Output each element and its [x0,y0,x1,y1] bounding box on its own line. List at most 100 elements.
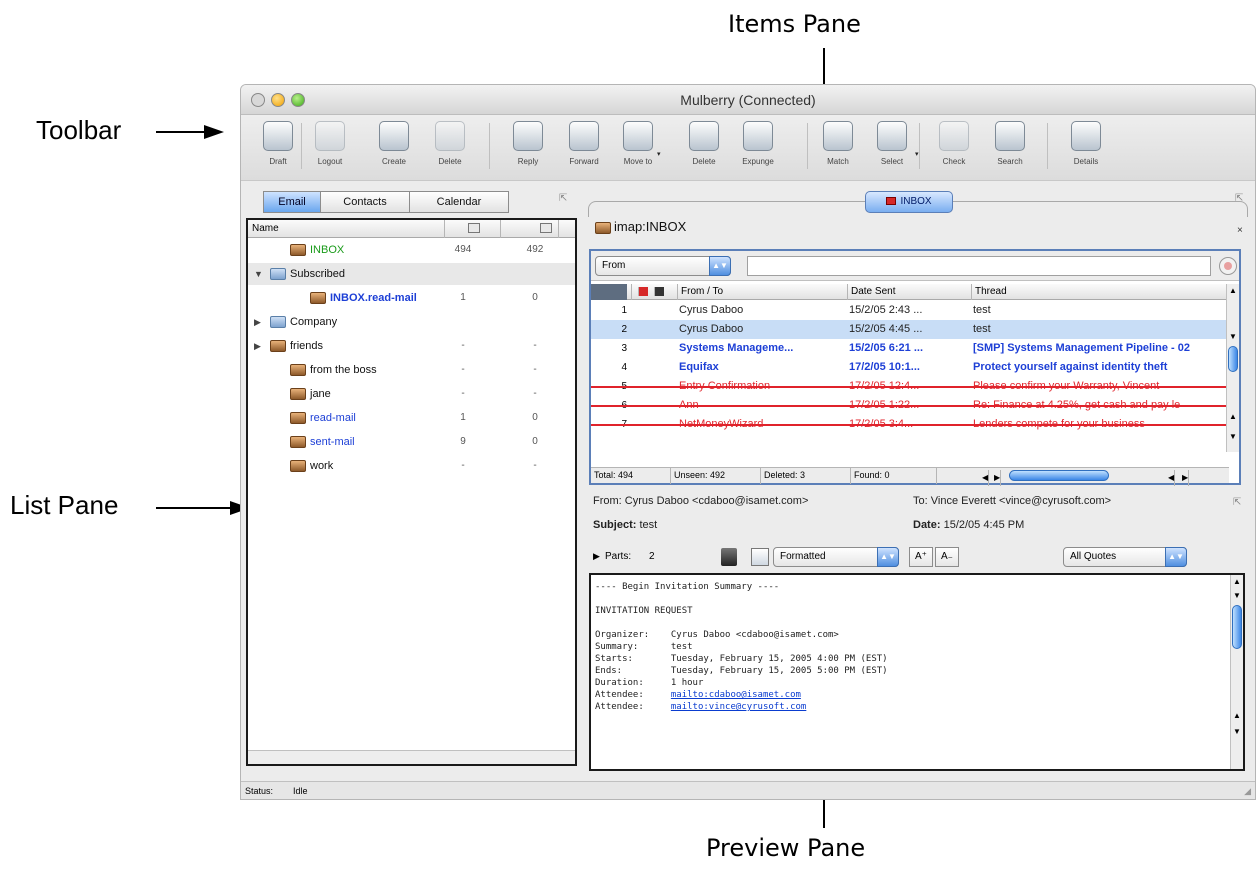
search-toolbar-button[interactable]: Search [985,121,1035,179]
mailbox-row[interactable]: read-mail 1 0 [248,407,575,429]
check-toolbar-button[interactable]: Check [929,121,979,179]
menu-caret-icon[interactable]: ▾ [915,150,919,158]
mailbox-row[interactable]: ▶ friends - - [248,335,575,357]
mailbox-row[interactable]: ▼ Subscribed [248,263,575,285]
mailbox-row[interactable]: sent-mail 9 0 [248,431,575,453]
print-icon[interactable] [751,548,769,566]
mailbox-row[interactable]: from the boss - - [248,359,575,381]
menu-caret-icon[interactable]: ▾ [657,150,661,158]
popup-arrows-icon: ▲▼ [1165,547,1187,567]
search-field-popup[interactable]: From ▲▼ [595,256,731,276]
increase-font-button[interactable]: A⁺ [909,547,933,567]
flags-column-header[interactable] [631,284,675,300]
items-vertical-scrollbar[interactable]: ▲ ▼ ▲ ▼ [1226,284,1239,452]
to-label: To: [913,495,928,507]
preview-vertical-scrollbar[interactable]: ▲ ▼ ▲ ▼ [1230,575,1243,769]
message-from: Ann [679,399,699,411]
list-pane-zoom-icon[interactable]: ⇱ [559,193,567,204]
list-horizontal-scrollbar[interactable] [248,750,575,764]
items-scroll-thumb[interactable] [1228,346,1238,372]
scroll-left-icon[interactable]: ◀ [1165,470,1176,486]
disclosure-triangle-icon[interactable]: ▶ [254,335,261,357]
total-messages-column-icon[interactable] [468,223,480,233]
disclosure-triangle-icon[interactable]: ▶ [254,311,261,333]
create-toolbar-button[interactable]: Create [369,121,419,179]
message-row[interactable]: 3 Systems Manageme... 15/2/05 6:21 ... [SMP… [591,339,1229,358]
attachment-icon[interactable] [721,548,737,566]
mailto-link[interactable]: mailto:vince@cyrusoft.com [671,702,806,712]
scroll-up-icon[interactable]: ▲ [1233,577,1241,586]
to-value[interactable]: Vince Everett <vince@cyrusoft.com> [931,495,1111,507]
items-horizontal-scrollbar[interactable]: ◀ ▶ ◀ ▶ [939,468,1229,486]
unseen-messages-column-icon[interactable] [540,223,552,233]
scroll-up-icon[interactable]: ▲ [1229,286,1237,295]
move-to-toolbar-button[interactable]: Move to [613,121,663,179]
decrease-font-button[interactable]: A₋ [935,547,959,567]
scroll-down-icon[interactable]: ▼ [1233,591,1241,600]
scroll-up-icon[interactable]: ▲ [1229,412,1237,421]
resize-grip-icon[interactable]: ◢ [1244,782,1251,799]
thread-column-header[interactable]: Thread [971,284,1229,300]
scroll-down-icon[interactable]: ▼ [1229,332,1237,341]
match-toolbar-button[interactable]: Match [813,121,863,179]
from-to-column-header[interactable]: From / To [677,284,847,300]
mailbox-row[interactable]: INBOX.read-mail 1 0 [248,287,575,309]
mailbox-row[interactable]: INBOX 494 492 [248,239,575,261]
message-row[interactable]: 6 Ann 17/2/05 1:22... Re: Finance at 4.25%,… [591,396,1229,415]
quick-search-input[interactable] [747,256,1211,276]
from-value[interactable]: Cyrus Daboo <cdaboo@isamet.com> [625,495,809,507]
close-mailbox-icon[interactable]: × [1237,225,1243,236]
tab-inbox[interactable]: INBOX [865,191,953,213]
preview-scroll-thumb[interactable] [1232,605,1242,649]
right-pane-zoom-icon[interactable]: ⇱ [1235,193,1243,204]
cancel-search-button[interactable] [1219,257,1237,275]
forward-toolbar-button[interactable]: Forward [559,121,609,179]
select-toolbar-button[interactable]: Select [867,121,917,179]
delete-toolbar-button[interactable]: Delete [425,121,475,179]
mailbox-icon [290,460,306,472]
draft-toolbar-button[interactable]: Draft [253,121,303,179]
format-popup[interactable]: Formatted ▲▼ [773,547,899,567]
toolbar-button-label: Select [880,157,904,166]
tab-contacts[interactable]: Contacts [320,191,410,213]
message-row[interactable]: 4 Equifax 17/2/05 10:1... Protect yourself … [591,358,1229,377]
message-thread: Please confirm your Warranty, Vincent [973,380,1160,392]
delete-toolbar-button[interactable]: Delete [679,121,729,179]
message-row[interactable]: 7 NetMoneyWizard 17/2/05 3:4... Lenders com… [591,415,1229,434]
horizontal-scroll-thumb[interactable] [1009,470,1109,481]
list-header[interactable]: Name [248,220,575,238]
scroll-right-icon[interactable]: ▶ [991,470,1002,486]
mailbox-icon [595,221,611,234]
message-row[interactable]: 5 Entry Confirmation 17/2/05 12:4... Please… [591,377,1229,396]
mailbox-row[interactable]: ▶ Company [248,311,575,333]
message-from: Systems Manageme... [679,342,794,354]
mailto-link[interactable]: mailto:cdaboo@isamet.com [671,690,801,700]
name-column-header[interactable]: Name [252,220,279,237]
logout-toolbar-button[interactable]: Logout [305,121,355,179]
scroll-right-icon[interactable]: ▶ [1179,470,1190,486]
quotes-popup[interactable]: All Quotes ▲▼ [1063,547,1187,567]
disclosure-triangle-icon[interactable]: ▼ [254,263,263,285]
details-toolbar-button[interactable]: Details [1061,121,1111,179]
tab-email[interactable]: Email [263,191,321,213]
message-row[interactable]: 2 Cyrus Daboo 15/2/05 4:45 ... test [591,320,1229,339]
preview-pane[interactable]: ---- Begin Invitation Summary ---- INVITA… [589,573,1245,771]
scroll-left-icon[interactable]: ◀ [979,470,990,486]
scroll-up-icon[interactable]: ▲ [1233,711,1241,720]
expunge-toolbar-button[interactable]: Expunge [733,121,783,179]
title-bar[interactable]: Mulberry (Connected) [241,85,1255,115]
parts-disclosure-icon[interactable]: ▶ [593,551,600,562]
body-line: Attendee: mailto:cdaboo@isamet.com [595,689,888,701]
mailbox-row[interactable]: work - - [248,455,575,477]
reply-toolbar-button[interactable]: Reply [503,121,553,179]
header-zoom-icon[interactable]: ⇱ [1233,497,1241,508]
message-row[interactable]: 1 Cyrus Daboo 15/2/05 2:43 ... test [591,301,1229,320]
mailbox-row[interactable]: jane - - [248,383,575,405]
sort-number-column[interactable] [591,284,627,300]
items-header[interactable]: From / To Date Sent Thread [591,284,1239,300]
date-sent-column-header[interactable]: Date Sent [847,284,971,300]
tab-calendar[interactable]: Calendar [409,191,509,213]
pencil-icon [263,121,293,151]
scroll-down-icon[interactable]: ▼ [1233,727,1241,736]
scroll-down-icon[interactable]: ▼ [1229,432,1237,441]
